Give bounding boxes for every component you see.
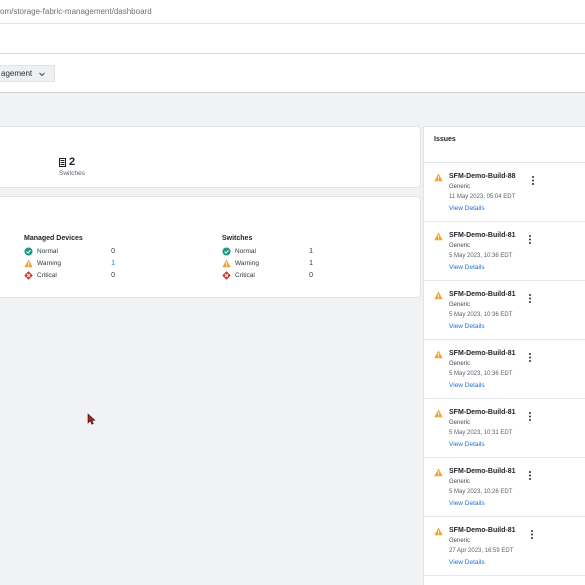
normal-check-icon <box>222 246 231 256</box>
chevron-down-icon <box>39 72 45 76</box>
issue-title: SFM-Demo-Build-81 <box>449 468 516 475</box>
kebab-menu-icon[interactable] <box>527 352 533 363</box>
dropdown-label: agement <box>1 69 33 78</box>
kebab-menu-icon[interactable] <box>530 175 536 186</box>
secondary-nav: agement <box>0 54 585 93</box>
switch-count-label: Switches <box>59 170 86 177</box>
issue-timestamp: 5 May 2023, 10:36 EDT <box>449 371 513 377</box>
critical-icon <box>222 270 231 280</box>
kebab-menu-icon[interactable] <box>527 293 533 304</box>
issue-item[interactable]: SFM-Demo-Build-88 Generic 11 May 2023, 05:… <box>424 163 585 222</box>
url-text[interactable]: om/storage-fabric-management/dashboard <box>0 7 152 16</box>
health-status-card: Managed Devices Normal 0 Warning 1 Criti <box>0 196 421 298</box>
status-value: 0 <box>111 271 115 279</box>
summary-card: 2 Switches <box>0 126 421 188</box>
issue-timestamp: 11 May 2023, 05:04 EDT <box>449 194 516 200</box>
status-row-normal: Normal 1 <box>222 245 334 257</box>
issue-title: SFM-Demo-Build-88 <box>449 173 516 180</box>
issue-type: Generic <box>449 361 471 367</box>
view-details-link[interactable]: View Details <box>449 323 485 330</box>
issue-timestamp: 5 May 2023, 10:36 EDT <box>449 253 513 259</box>
issue-item[interactable]: SFM-Demo-Build-81 Generic 5 May 2023, 10:3… <box>424 340 585 399</box>
view-details-link[interactable]: View Details <box>449 500 485 507</box>
warning-icon <box>222 259 231 267</box>
switch-count: 2 <box>69 156 76 168</box>
issue-type: Generic <box>449 479 471 485</box>
view-details-link[interactable]: View Details <box>449 559 485 566</box>
status-value-link[interactable]: 1 <box>101 260 115 267</box>
normal-check-icon <box>24 246 33 256</box>
issue-item[interactable]: SFM-Demo-Build-81 Generic 5 May 2023, 10:2… <box>424 458 585 517</box>
status-label: Normal <box>37 247 58 255</box>
issue-type: Generic <box>449 302 471 308</box>
issue-type: Generic <box>449 184 471 190</box>
switch-icon <box>59 157 66 167</box>
issue-timestamp: 5 May 2023, 10:31 EDT <box>449 430 513 436</box>
warning-icon <box>434 232 443 241</box>
status-value: 0 <box>309 271 313 279</box>
status-label: Warning <box>37 259 61 267</box>
kebab-menu-icon[interactable] <box>527 234 533 245</box>
warning-icon <box>434 527 443 536</box>
issue-title: SFM-Demo-Build-81 <box>449 291 516 298</box>
issue-item[interactable]: SFM-Demo-Build-81 Generic 5 May 2023, 10:3… <box>424 281 585 340</box>
issue-type: Generic <box>449 420 471 426</box>
view-details-link[interactable]: View Details <box>449 264 485 271</box>
status-row-warning: Warning 1 <box>222 257 334 269</box>
issue-item[interactable]: SFM-Demo-Build-81 Generic 5 May 2023, 10:3… <box>424 222 585 281</box>
issue-title: SFM-Demo-Build-81 <box>449 527 516 534</box>
status-label: Warning <box>235 259 259 267</box>
kebab-menu-icon[interactable] <box>529 529 535 540</box>
status-row-critical: Critical 0 <box>222 269 334 281</box>
view-details-link[interactable]: View Details <box>449 441 485 448</box>
mouse-cursor-icon <box>87 413 96 425</box>
warning-icon <box>24 259 33 267</box>
issues-panel: Issues SFM-Demo-Build-88 Generic 11 May 20… <box>423 126 585 585</box>
issue-title: SFM-Demo-Build-81 <box>449 232 516 239</box>
kebab-menu-icon[interactable] <box>527 470 533 481</box>
browser-address-bar[interactable]: om/storage-fabric-management/dashboard <box>0 0 585 24</box>
status-label: Critical <box>37 271 57 279</box>
warning-icon <box>434 291 443 300</box>
issue-type: Generic <box>449 538 471 544</box>
critical-icon <box>24 270 33 280</box>
issue-item[interactable]: SFM-Demo-Build-81 Generic 5 May 2023, 10:3… <box>424 399 585 458</box>
app-header <box>0 24 585 54</box>
issue-timestamp: 5 May 2023, 10:36 EDT <box>449 312 513 318</box>
status-label: Normal <box>235 247 256 255</box>
view-details-link[interactable]: View Details <box>449 205 485 212</box>
issues-title: Issues <box>434 136 456 143</box>
switches-status: Switches Normal 1 Warning 1 Critical 0 <box>222 235 334 281</box>
status-value: 1 <box>309 247 313 255</box>
status-value: 0 <box>111 247 115 255</box>
issue-timestamp: 27 Apr 2023, 16:59 EDT <box>449 548 514 554</box>
switches-title: Switches <box>222 235 253 242</box>
status-label: Critical <box>235 271 255 279</box>
warning-icon <box>434 468 443 477</box>
issue-item[interactable]: SFM-Demo-Build-81 Generic 27 Apr 2023, 16:… <box>424 517 585 576</box>
issue-type: Generic <box>449 243 471 249</box>
status-row-critical: Critical 0 <box>24 269 136 281</box>
managed-devices-title: Managed Devices <box>24 235 83 242</box>
status-row-normal: Normal 0 <box>24 245 136 257</box>
status-row-warning: Warning 1 <box>24 257 136 269</box>
managed-devices-status: Managed Devices Normal 0 Warning 1 Criti <box>24 235 136 281</box>
warning-icon <box>434 173 443 182</box>
issue-title: SFM-Demo-Build-81 <box>449 409 516 416</box>
issue-timestamp: 5 May 2023, 10:26 EDT <box>449 489 513 495</box>
management-dropdown[interactable]: agement <box>0 65 56 82</box>
warning-icon <box>434 350 443 359</box>
issue-title: SFM-Demo-Build-81 <box>449 350 516 357</box>
kebab-menu-icon[interactable] <box>527 411 533 422</box>
status-value: 1 <box>309 259 313 267</box>
switch-summary: 2 Switches <box>59 156 85 177</box>
warning-icon <box>434 409 443 418</box>
view-details-link[interactable]: View Details <box>449 382 485 389</box>
